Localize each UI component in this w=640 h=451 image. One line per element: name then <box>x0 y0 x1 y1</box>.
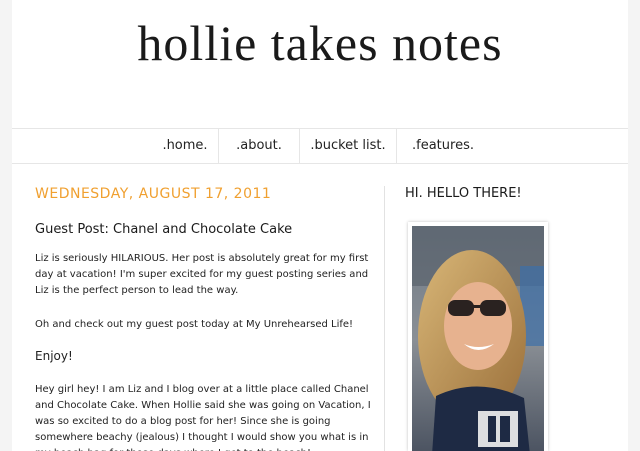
blog-title[interactable]: hollie takes notes <box>12 14 628 72</box>
nav-bar: .home. .about. .bucket list. .features. <box>12 128 628 164</box>
nav-item-home[interactable]: .home. <box>152 129 218 163</box>
nav-item-about[interactable]: .about. <box>219 129 299 163</box>
sidebar-heading: HI. HELLO THERE! <box>405 186 522 201</box>
blog-page: hollie takes notes .home. .about. .bucke… <box>12 0 628 451</box>
post-paragraph: Liz is seriously HILARIOUS. Her post is … <box>35 253 369 296</box>
post-title[interactable]: Guest Post: Chanel and Chocolate Cake <box>35 222 292 237</box>
nav-item-features[interactable]: .features. <box>397 129 489 163</box>
profile-photo-frame <box>408 222 548 451</box>
profile-photo <box>412 226 544 451</box>
post-paragraph: Hey girl hey! I am Liz and I blog over a… <box>35 384 371 451</box>
column-divider <box>384 186 385 451</box>
nav-item-bucket-list[interactable]: .bucket list. <box>300 129 396 163</box>
post-paragraph: Oh and check out my guest post today at … <box>35 319 354 330</box>
post-date: WEDNESDAY, AUGUST 17, 2011 <box>35 186 272 202</box>
post-paragraph: Enjoy! <box>35 349 73 363</box>
